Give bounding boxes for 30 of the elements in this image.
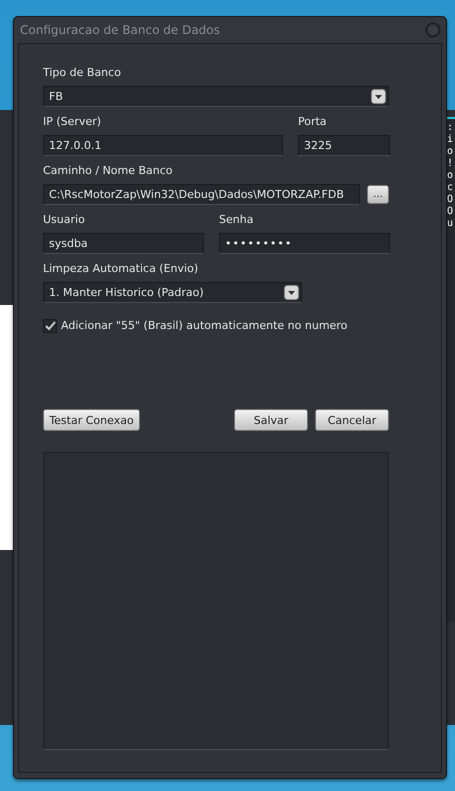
database-path-field[interactable]: C:\RscMotorZap\Win32\Debug\Dados\MOTORZAP.FDB bbox=[43, 184, 360, 205]
field-label: Senha bbox=[219, 213, 254, 227]
test-connection-button[interactable]: Testar Conexao bbox=[43, 409, 140, 431]
console-text: i bbox=[447, 134, 454, 146]
field-label: IP (Server) bbox=[43, 115, 102, 129]
console-text: c bbox=[447, 182, 454, 194]
console-text: o bbox=[447, 146, 454, 158]
browse-button[interactable]: ... bbox=[367, 185, 389, 204]
database-type-dropdown[interactable]: FB bbox=[43, 86, 389, 107]
window-title: Configuracao de Banco de Dados bbox=[20, 23, 220, 37]
ip-field[interactable]: 127.0.0.1 bbox=[43, 135, 283, 156]
field-label: Usuario bbox=[43, 213, 86, 227]
field-label: Caminho / Nome Banco bbox=[43, 164, 174, 178]
password-field[interactable]: ••••••••• bbox=[219, 233, 390, 254]
field-label: Tipo de Banco bbox=[43, 66, 122, 80]
field-label: Limpeza Automatica (Envio) bbox=[43, 262, 200, 276]
console-text: o bbox=[447, 170, 454, 182]
save-button[interactable]: Salvar bbox=[234, 409, 308, 431]
console-text: O bbox=[447, 206, 454, 218]
checkbox-label: Adicionar "55" (Brasil) automaticamente no numero bbox=[61, 319, 348, 333]
port-field[interactable]: 3225 bbox=[298, 135, 390, 156]
console-text: ! bbox=[447, 158, 454, 170]
console-text: : bbox=[447, 122, 454, 134]
cancel-button[interactable]: Cancelar bbox=[315, 409, 389, 431]
cleanup-dropdown[interactable]: 1. Manter Historico (Padrao) bbox=[43, 282, 302, 303]
console-text: u bbox=[447, 218, 454, 230]
checkbox[interactable] bbox=[43, 319, 57, 333]
username-field[interactable]: sysdba bbox=[43, 233, 204, 254]
console-text: O bbox=[447, 194, 454, 206]
field-label: Porta bbox=[298, 115, 328, 129]
